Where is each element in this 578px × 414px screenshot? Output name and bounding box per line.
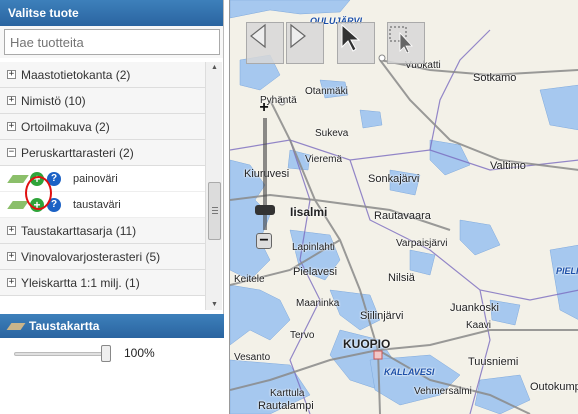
tree-group-maastotietokanta[interactable]: + Maastotietokanta (2) <box>0 62 205 88</box>
layer-type-icon <box>6 322 26 330</box>
group-label: Maastotietokanta (2) <box>21 67 131 82</box>
search-input[interactable] <box>4 29 220 55</box>
layer-selector-panel: Valitse tuote + Maastotietokanta (2) + N… <box>0 0 224 414</box>
grip-line <box>212 210 218 211</box>
place-label: Valtimo <box>490 160 526 172</box>
place-label: Rautalampi <box>258 400 314 412</box>
opacity-slider-handle[interactable] <box>101 345 111 362</box>
group-label: Peruskarttarasteri (2) <box>21 145 134 160</box>
scroll-thumb[interactable] <box>208 182 221 240</box>
zoom-slider-handle[interactable] <box>255 205 275 215</box>
layer-type-icon <box>7 174 29 183</box>
group-label: Vinovalovarjosterasteri (5) <box>21 249 161 264</box>
group-label: Ortoilmakuva (2) <box>21 119 110 134</box>
place-label: Vehmersalmi <box>414 386 472 397</box>
history-forward-button[interactable] <box>286 22 324 64</box>
forward-arrow-icon <box>290 23 306 49</box>
box-zoom-tool-button[interactable] <box>387 22 425 64</box>
tree-group-peruskarttarasteri[interactable]: − Peruskarttarasteri (2) <box>0 140 205 166</box>
place-label: Pielavesi <box>293 266 338 278</box>
place-label: Rautavaara <box>374 210 431 222</box>
place-label: Sukeva <box>315 128 349 139</box>
back-arrow-icon <box>250 23 266 49</box>
group-label: Taustakarttasarja (11) <box>21 223 137 238</box>
place-label: Juankoski <box>450 302 499 314</box>
map-view[interactable]: OULUJÄRVI Vuokatti Sotkamo Pyhäntä Otanm… <box>229 0 578 414</box>
expand-icon[interactable]: + <box>7 122 16 131</box>
place-label: Sonkajärvi <box>368 173 420 185</box>
expand-icon[interactable]: + <box>7 278 16 287</box>
place-label: Lapinlahti <box>292 242 335 253</box>
lake-label: PIELI <box>556 266 578 276</box>
background-panel-header: Taustakartta <box>0 314 224 338</box>
product-panel-title: Valitse tuote <box>0 0 223 26</box>
history-back-button[interactable] <box>246 22 284 64</box>
place-label: Sotkamo <box>473 72 517 84</box>
layer-type-icon <box>7 200 29 209</box>
box-select-icon <box>389 26 413 53</box>
tree-group-yleiskartta[interactable]: + Yleiskartta 1:1 milj. (1) <box>0 270 205 296</box>
place-label: Otanmäki <box>305 86 348 97</box>
expand-icon[interactable]: + <box>7 226 16 235</box>
highlight-circle <box>25 176 52 210</box>
lake-label: KALLAVESI <box>384 367 435 377</box>
place-label: Tuusniemi <box>468 356 519 368</box>
place-label: Keitele <box>234 274 265 285</box>
collapse-icon[interactable]: − <box>7 148 16 157</box>
layer-label: taustaväri <box>73 198 121 211</box>
place-label: Nilsiä <box>388 272 415 284</box>
grip-line <box>212 213 218 214</box>
tree-group-vinovalovarjosterasteri[interactable]: + Vinovalovarjosterasteri (5) <box>0 244 205 270</box>
tree-scrollbar[interactable]: ▲ ▼ <box>205 62 222 310</box>
place-label: Varpaisjärvi <box>396 238 448 249</box>
place-label: Outokumpu <box>530 381 578 393</box>
opacity-value: 100% <box>124 346 155 360</box>
scroll-down-arrow-icon[interactable]: ▼ <box>211 301 218 308</box>
expand-icon[interactable]: + <box>7 70 16 79</box>
zoom-out-button[interactable]: − <box>256 233 272 249</box>
place-label: Maaninka <box>296 298 340 309</box>
group-label: Nimistö (10) <box>21 93 86 108</box>
place-label: Vesanto <box>234 352 271 363</box>
opacity-slider-track[interactable] <box>14 352 108 356</box>
background-panel-title: Taustakartta <box>29 319 100 333</box>
grip-line <box>212 207 218 208</box>
place-label: Karttula <box>270 388 305 399</box>
select-tool-button[interactable] <box>337 22 375 64</box>
place-label: Siilinjärvi <box>360 310 404 322</box>
scroll-up-arrow-icon[interactable]: ▲ <box>211 64 218 71</box>
search-bar <box>0 26 223 58</box>
tree-group-ortoilmakuva[interactable]: + Ortoilmakuva (2) <box>0 114 205 140</box>
place-label: KUOPIO <box>343 337 391 351</box>
place-label: Iisalmi <box>290 205 328 219</box>
zoom-in-button[interactable]: + <box>256 100 272 116</box>
place-label: Vieremä <box>305 154 343 165</box>
place-label: Tervo <box>290 330 315 341</box>
layer-label: painoväri <box>73 172 118 185</box>
expand-icon[interactable]: + <box>7 252 16 261</box>
background-map-panel: Taustakartta 100% <box>0 314 224 414</box>
opacity-row: 100% <box>0 338 224 368</box>
pointer-icon <box>341 23 361 52</box>
place-label: Kaavi <box>466 320 492 331</box>
tree-group-nimisto[interactable]: + Nimistö (10) <box>0 88 205 114</box>
tree-group-taustakarttasarja[interactable]: + Taustakarttasarja (11) <box>0 218 205 244</box>
expand-icon[interactable]: + <box>7 96 16 105</box>
group-label: Yleiskartta 1:1 milj. (1) <box>21 275 140 290</box>
